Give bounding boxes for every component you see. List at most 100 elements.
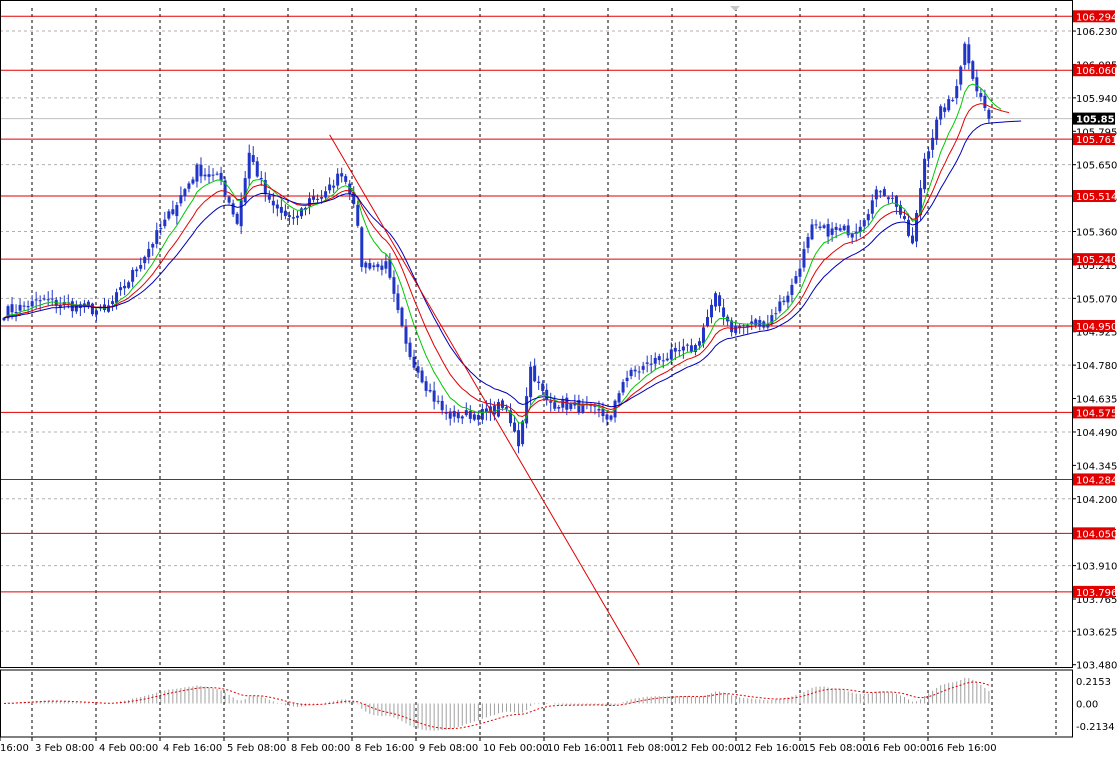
- candle-body: [199, 164, 203, 177]
- candle-body: [312, 196, 316, 200]
- candle-body: [987, 109, 991, 119]
- price-tick-label: 105.070: [1076, 294, 1117, 305]
- candle-body: [239, 200, 243, 227]
- candle-body: [609, 415, 613, 420]
- candle-body: [569, 404, 573, 409]
- candle-body: [159, 228, 163, 230]
- candle-body: [123, 285, 127, 289]
- time-tick-label: 16 Feb 00:00: [867, 743, 933, 754]
- time-tick-label: 12 Feb 00:00: [675, 743, 741, 754]
- candle-body: [163, 219, 167, 227]
- candle-body: [235, 213, 239, 224]
- oscillator-pane-frame: [0, 669, 1073, 738]
- candle-body: [967, 44, 971, 64]
- candle-body: [798, 268, 802, 277]
- candle-body: [275, 204, 279, 209]
- candle-body: [657, 356, 661, 361]
- candle-body: [50, 298, 54, 300]
- candle-body: [392, 277, 396, 294]
- candle-body: [923, 158, 927, 190]
- candle-body: [794, 276, 798, 284]
- candle-body: [886, 197, 890, 200]
- candle-body: [617, 393, 621, 403]
- candle-body: [890, 197, 894, 199]
- level-badge-label: 104.575: [1076, 408, 1117, 419]
- candle-body: [521, 421, 525, 445]
- candle-body: [710, 304, 714, 318]
- candle-body: [155, 230, 159, 245]
- candle-body: [207, 174, 211, 177]
- candle-body: [734, 325, 738, 334]
- candle-body: [782, 300, 786, 303]
- candle-body: [287, 215, 291, 218]
- candle-body: [364, 262, 368, 268]
- price-tick-label: 104.200: [1076, 495, 1117, 506]
- candle-body: [834, 226, 838, 230]
- candle-body: [344, 176, 348, 182]
- candle-body: [472, 414, 476, 420]
- candle-body: [951, 100, 955, 102]
- oscillator-histogram: [3, 677, 990, 731]
- time-tick-label: 15 Feb 08:00: [803, 743, 869, 754]
- chart-frame: [0, 0, 1073, 738]
- level-badge-label: 105.761: [1076, 135, 1117, 146]
- candle-body: [537, 381, 541, 384]
- price-pane-frame: [0, 0, 1073, 668]
- candlestick-chart[interactable]: 106.230106.085105.940105.795105.650105.5…: [0, 0, 1120, 758]
- candle-body: [388, 259, 392, 278]
- candle-body: [135, 269, 139, 272]
- price-tick-label: 106.230: [1076, 27, 1117, 38]
- candle-body: [943, 107, 947, 112]
- candle-body: [665, 358, 669, 361]
- candle-body: [408, 342, 412, 357]
- scroll-marker-icon: [730, 6, 740, 11]
- candle-body: [963, 43, 967, 65]
- candle-body: [661, 360, 665, 362]
- price-tick-label: 103.480: [1076, 661, 1117, 672]
- candle-body: [718, 295, 722, 307]
- trendline[interactable]: [329, 134, 640, 665]
- level-badge-label: 103.796: [1076, 588, 1117, 599]
- candle-body: [14, 312, 18, 314]
- candle-body: [774, 313, 778, 315]
- price-tick-label: 104.635: [1076, 395, 1117, 406]
- horizontal-levels[interactable]: [0, 15, 1072, 593]
- candle-body: [456, 412, 460, 419]
- candle-body: [826, 224, 830, 237]
- candle-body: [175, 205, 179, 217]
- candle-body: [935, 119, 939, 140]
- candle-body: [42, 298, 46, 300]
- candle-body: [673, 347, 677, 352]
- candle-body: [902, 216, 906, 219]
- candle-body: [870, 200, 874, 214]
- candle-body: [243, 178, 247, 203]
- candle-body: [283, 210, 287, 217]
- candle-body: [34, 299, 38, 301]
- slow-ma-line: [3, 120, 1022, 408]
- candle-body: [195, 164, 199, 182]
- level-badge-label: 104.950: [1076, 322, 1117, 333]
- candle-body: [10, 304, 14, 313]
- price-tick-label: 103.910: [1076, 562, 1117, 573]
- candle-body: [874, 189, 878, 200]
- candle-body: [316, 198, 320, 200]
- candle-body: [259, 178, 263, 180]
- candle-body: [822, 225, 826, 228]
- trendline-line[interactable]: [329, 134, 640, 665]
- candle-body: [641, 366, 645, 370]
- candle-body: [850, 233, 854, 238]
- candle-body: [171, 209, 175, 215]
- price-tick-label: 104.490: [1076, 428, 1117, 439]
- candle-body: [545, 389, 549, 400]
- candle-body: [396, 293, 400, 311]
- candle-body: [46, 299, 50, 301]
- time-tick-label: 4 Feb 00:00: [99, 743, 158, 754]
- candle-body: [722, 307, 726, 317]
- candle-body: [814, 224, 818, 226]
- candle-body: [94, 310, 98, 315]
- candle-body: [191, 179, 195, 184]
- candle-body: [645, 362, 649, 364]
- candle-body: [959, 66, 963, 85]
- level-badge-label: 104.050: [1076, 529, 1117, 540]
- candle-body: [448, 411, 452, 419]
